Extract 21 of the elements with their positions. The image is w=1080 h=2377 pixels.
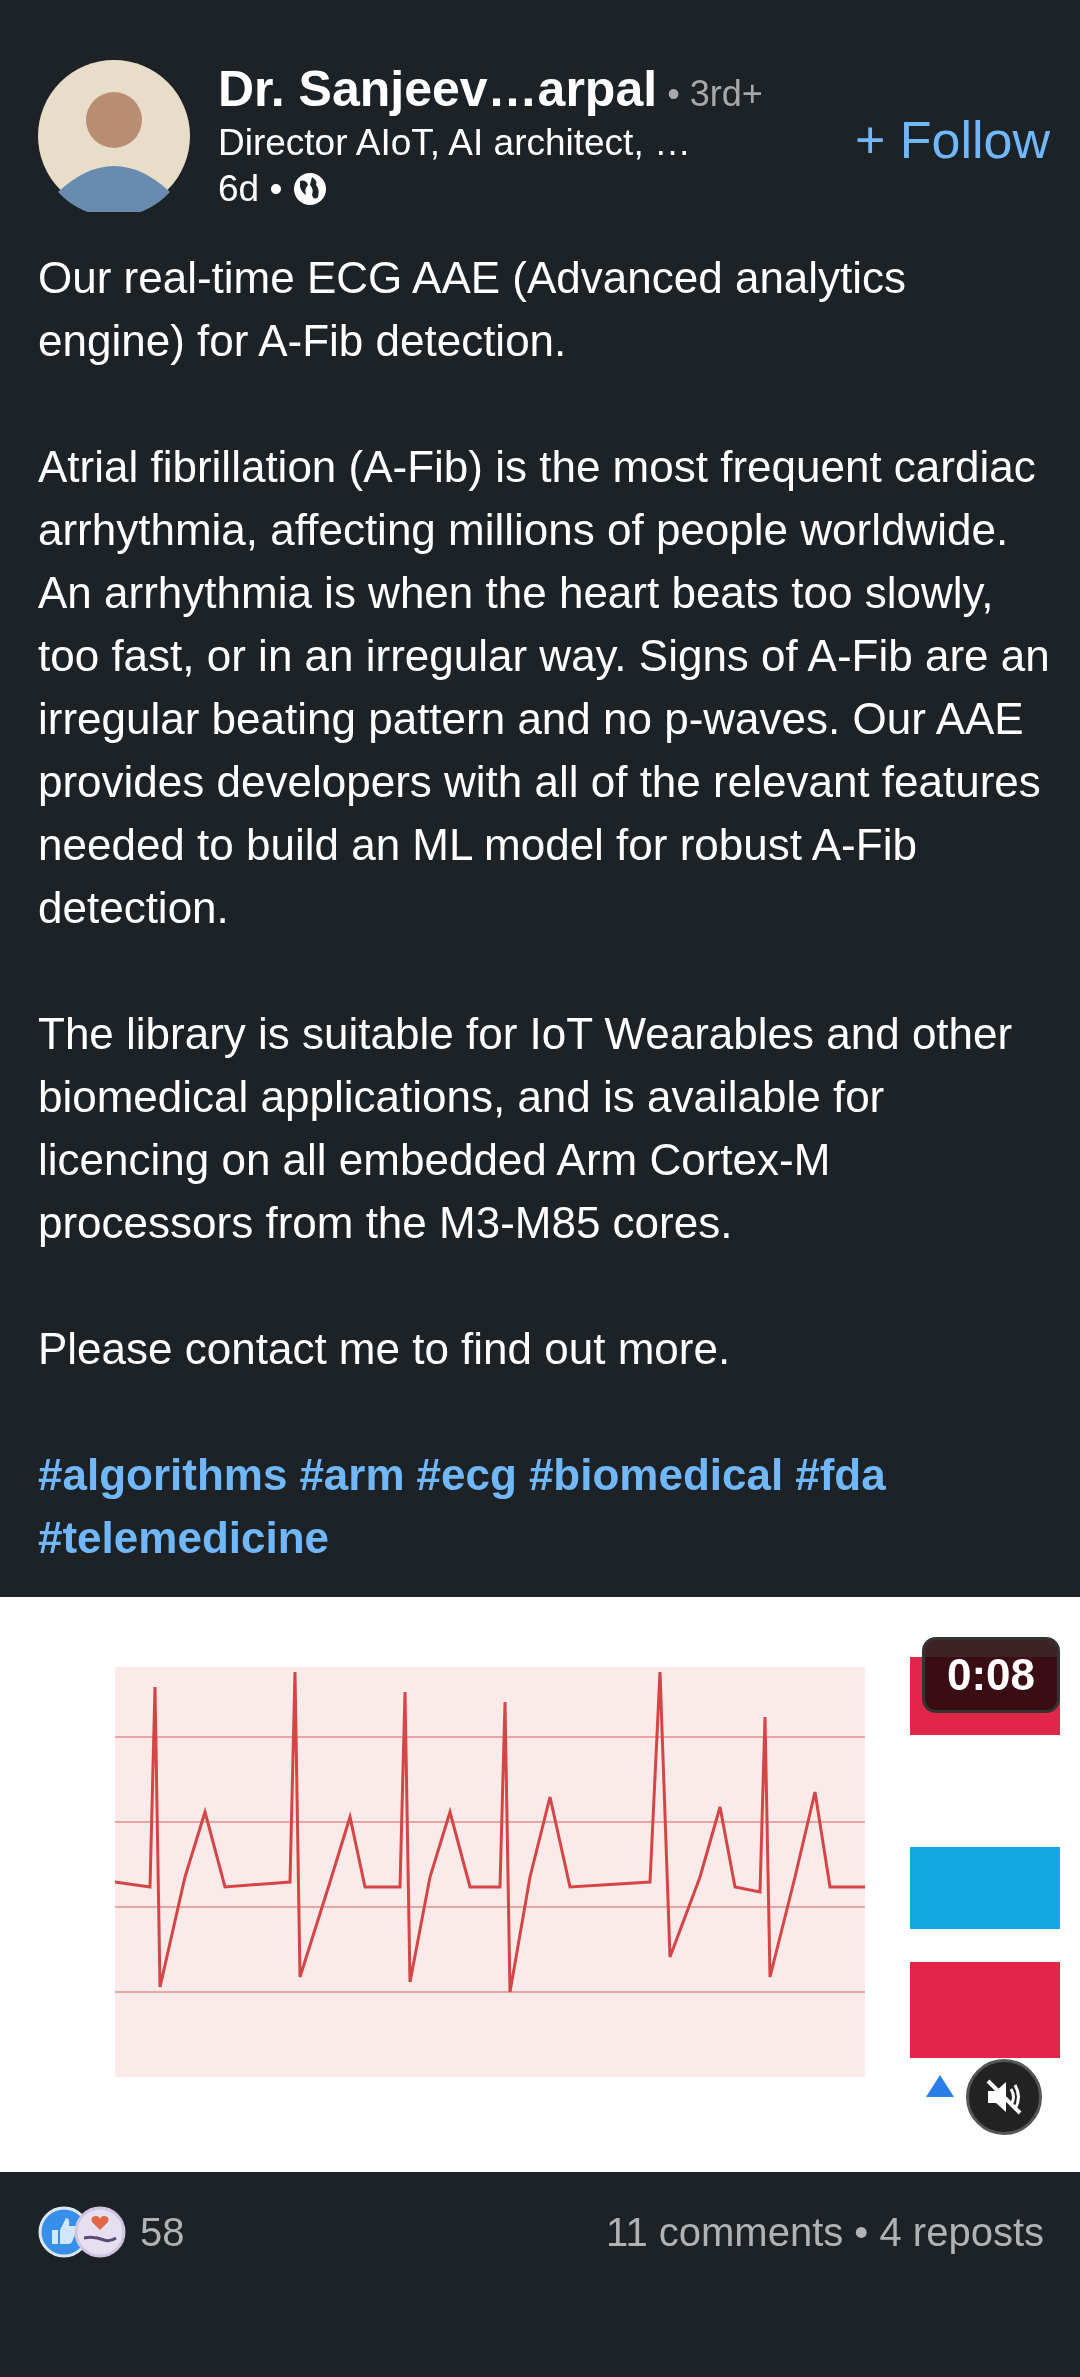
hashtag-link[interactable]: #arm (299, 1443, 405, 1506)
hashtag-link[interactable]: #ecg (416, 1443, 517, 1506)
hashtag-link[interactable]: #algorithms (38, 1443, 288, 1506)
comments-reposts-count[interactable]: 11 comments • 4 reposts (606, 2209, 1044, 2255)
post-paragraph: Our real-time ECG AAE (Advanced analytics engine) for A-Fib detection. (38, 252, 908, 367)
post-paragraph: Please contact me to find out more. (38, 1323, 732, 1375)
reaction-count[interactable]: 58 (140, 2209, 185, 2255)
globe-icon (292, 171, 329, 207)
connection-degree: • 3rd+ (667, 73, 763, 115)
post-paragraph: The library is suitable for IoT Wearables and other biomedical applications, and is available for licencing on all embedded Arm Cortex-M processors from the M3-M85 cores. (38, 1008, 1014, 1249)
follow-button[interactable]: + Follow (854, 110, 1050, 170)
hashtag-link[interactable]: #telemedicine (38, 1506, 330, 1569)
author-name[interactable]: Dr. Sanjeev…arpal (218, 60, 658, 118)
post-time: 6d • (218, 168, 283, 210)
video-duration: 0:08 (922, 1637, 1060, 1713)
author-headline: Director AIoT, AI architect, … (218, 122, 692, 164)
avatar[interactable] (38, 60, 190, 212)
reaction-icons[interactable] (38, 2206, 126, 2258)
hashtag-link[interactable]: #biomedical (528, 1443, 784, 1506)
post-paragraph: Atrial fibrillation (A-Fib) is the most frequent cardiac arrhythmia, affecting millions of people worldwide. An arrhythmia is when the heart beats too slowly, too fast, or in an irregular way. Signs of A-Fib are an irregular beating pattern and no p-waves. Our AAE provides developers with all of the relevant features needed to build an ML model for robust A-Fib detection. (38, 441, 1050, 934)
hashtag-link[interactable]: #fda (795, 1443, 886, 1506)
